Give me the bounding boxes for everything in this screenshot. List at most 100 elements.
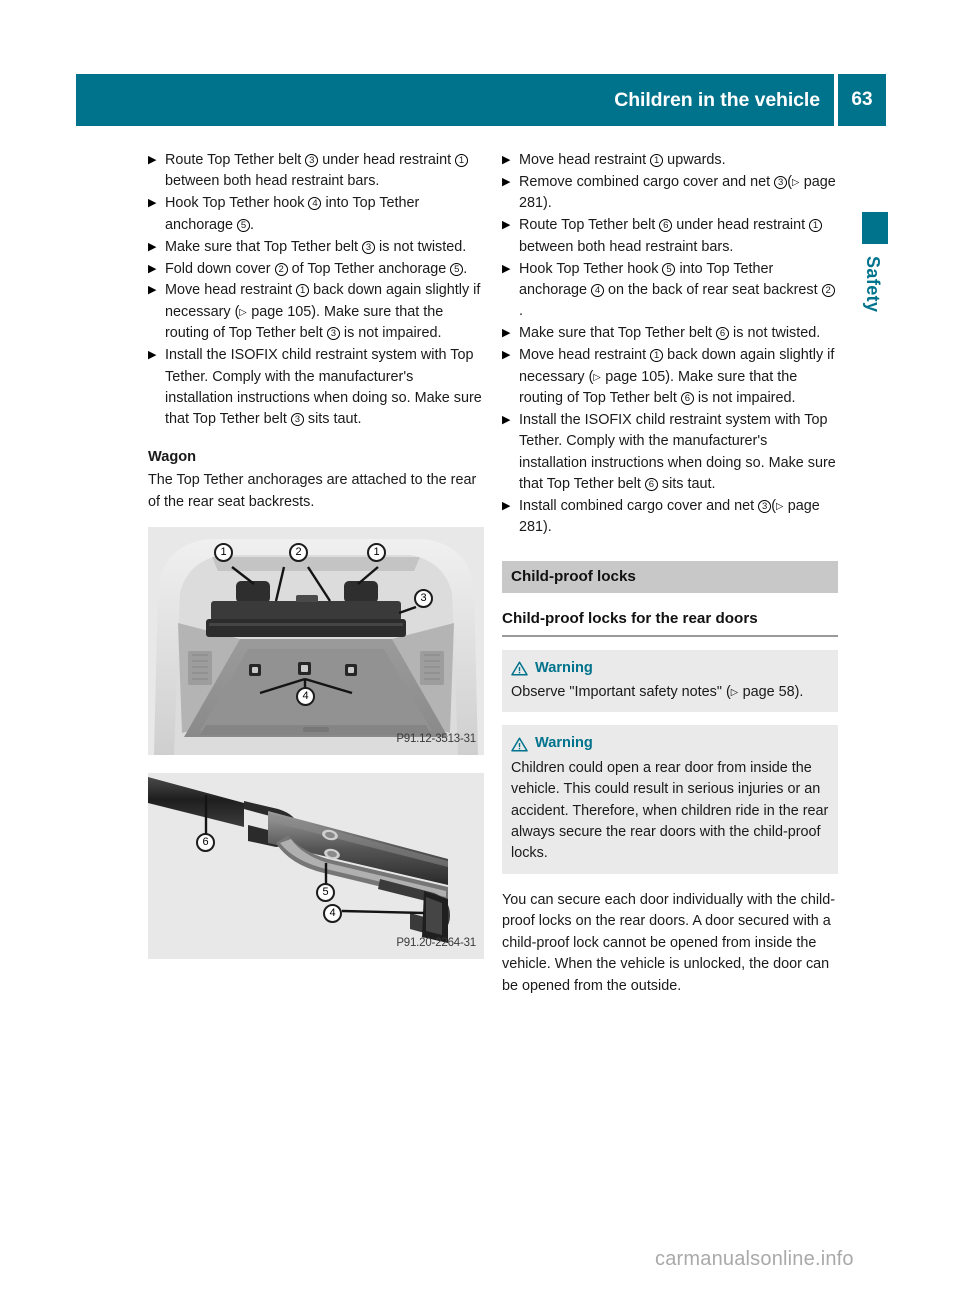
- instruction-step: ▶ Install the ISOFIX child restraint syst…: [502, 410, 838, 496]
- warning-header: Warning: [511, 658, 829, 679]
- figure-callout: 1: [214, 543, 233, 562]
- step-bullet-icon: ▶: [502, 262, 511, 275]
- instruction-step: ▶ Move head restraint 1 back down again s…: [502, 345, 838, 409]
- instruction-step: ▶ Make sure that Top Tether belt 6 is not…: [502, 323, 838, 344]
- page-number: 63: [851, 89, 873, 110]
- circled-number: 1: [650, 154, 664, 167]
- step-text: Move head restraint 1 back down again sl…: [165, 282, 481, 342]
- circled-number: 3: [290, 413, 304, 427]
- instruction-step: ▶ Make sure that Top Tether belt 3 is not…: [148, 237, 484, 258]
- figure-wagon-cargo-area: 1 2 1 3 4 P91.12-3513-31: [148, 527, 484, 755]
- circled-number: 5: [237, 218, 251, 232]
- step-text: Install the ISOFIX child restraint syste…: [165, 347, 482, 428]
- circled-number: 4: [308, 197, 322, 211]
- instruction-step: ▶ Move head restraint 1 back down again s…: [148, 280, 484, 344]
- instruction-step: ▶ Install the ISOFIX child restraint syst…: [148, 345, 484, 431]
- page-title: Children in the vehicle: [614, 88, 820, 111]
- right-column: ▶ Move head restraint 1 upwards. ▶ Remove c…: [502, 150, 838, 1011]
- wagon-description: The Top Tether anchorages are attached t…: [148, 472, 477, 510]
- step-text: Move head restraint 1 upwards.: [519, 152, 726, 168]
- page-number-box: 63: [838, 74, 886, 126]
- figure-callout: 3: [414, 589, 433, 608]
- step-bullet-icon: ▶: [502, 413, 511, 426]
- step-text: Fold down cover 2 of Top Tether anchorag…: [165, 260, 468, 277]
- circled-number: 1: [296, 284, 310, 298]
- circled-number: 3: [758, 500, 772, 513]
- step-bullet-icon: ▶: [148, 197, 157, 210]
- step-bullet-icon: ▶: [502, 219, 511, 232]
- step-text: Move head restraint 1 back down again sl…: [519, 347, 835, 406]
- warning-box: Warning Observe "Important safety notes"…: [502, 649, 838, 713]
- circled-number: 6: [716, 327, 730, 341]
- section-tab-safety: Safety: [862, 212, 888, 312]
- step-bullet-icon: ▶: [502, 154, 511, 166]
- circled-number: 6: [680, 391, 694, 405]
- circled-number: 3: [305, 154, 319, 167]
- instruction-step: ▶ Fold down cover 2 of Top Tether anchora…: [148, 259, 484, 280]
- step-bullet-icon: ▶: [502, 349, 511, 362]
- circled-number: 3: [362, 240, 376, 254]
- step-text: Install combined cargo cover and net 3 (▷…: [519, 498, 820, 536]
- figure-callout: 6: [196, 833, 215, 852]
- step-text: Make sure that Top Tether belt 3 is not …: [165, 238, 467, 255]
- figure-caption: P91.20-2264-31: [396, 936, 476, 949]
- circled-number: 5: [450, 262, 464, 276]
- step-text: Route Top Tether belt 6 under head restr…: [519, 217, 823, 255]
- figure-callout: 4: [296, 687, 315, 706]
- wagon-cargo-area-illustration: [148, 527, 484, 755]
- step-bullet-icon: ▶: [502, 175, 511, 188]
- instruction-step: ▶ Install combined cargo cover and net 3(…: [502, 496, 838, 539]
- watermark: carmanualsonline.info: [655, 1248, 854, 1270]
- warning-label: Warning: [535, 735, 593, 752]
- step-bullet-icon: ▶: [148, 284, 157, 297]
- warning-text: Observe "Important safety notes" (▷ page…: [511, 682, 829, 703]
- step-text: Hook Top Tether hook 5 into Top Tether a…: [519, 261, 835, 319]
- circled-number: 2: [821, 283, 835, 297]
- instruction-step: ▶ Hook Top Tether hook 4 into Top Tether …: [148, 193, 484, 236]
- warning-box: Warning Children could open a rear door …: [502, 725, 838, 874]
- step-text: Install the ISOFIX child restraint syste…: [519, 411, 836, 493]
- section-tab-label: Safety: [863, 256, 883, 313]
- closing-paragraph: You can secure each door individually wi…: [502, 891, 836, 994]
- instruction-step: ▶ Move head restraint 1 upwards.: [502, 150, 838, 171]
- instruction-step: ▶ Hook Top Tether hook 5 into Top Tether …: [502, 259, 838, 323]
- page-header-bar: Children in the vehicle: [76, 74, 834, 126]
- cross-reference-icon: ▷: [593, 371, 601, 383]
- section-title-child-proof-locks: Child-proof locks: [502, 560, 838, 594]
- step-text: Hook Top Tether hook 4 into Top Tether a…: [165, 195, 420, 233]
- instruction-step: ▶ Route Top Tether belt 3 under head rest…: [148, 150, 484, 193]
- right-instruction-list: ▶ Move head restraint 1 upwards. ▶ Remove c…: [502, 150, 838, 539]
- cross-reference-icon: ▷: [239, 306, 247, 318]
- step-text: Remove combined cargo cover and net 3 (▷ …: [519, 173, 836, 212]
- instruction-step: ▶ Remove combined cargo cover and net 3 (▷…: [502, 172, 838, 215]
- top-tether-hook-illustration: [148, 773, 484, 959]
- figure-top-tether-hook: 6 5 4 P91.20-2264-31: [148, 773, 484, 959]
- warning-triangle-icon: [511, 737, 528, 752]
- circled-number: 1: [455, 154, 469, 167]
- step-text: Route Top Tether belt 3 under head restr…: [165, 152, 469, 189]
- circled-number: 5: [662, 262, 676, 276]
- instruction-step: ▶ Route Top Tether belt 6 under head rest…: [502, 215, 838, 258]
- step-bullet-icon: ▶: [148, 154, 157, 166]
- cross-reference-icon: ▷: [730, 687, 739, 699]
- warning-text: Children could open a rear door from ins…: [511, 759, 829, 862]
- left-column: ▶ Route Top Tether belt 3 under head rest…: [148, 150, 484, 959]
- step-bullet-icon: ▶: [148, 262, 157, 275]
- section-subtitle-rear-doors: Child-proof locks for the rear doors: [502, 608, 838, 637]
- figure-callout: 1: [367, 543, 386, 562]
- step-bullet-icon: ▶: [502, 500, 511, 512]
- circled-number: 2: [274, 262, 288, 276]
- step-bullet-icon: ▶: [148, 349, 157, 362]
- warning-header: Warning: [511, 733, 829, 754]
- step-bullet-icon: ▶: [502, 327, 511, 340]
- cross-reference-icon: ▷: [791, 176, 800, 188]
- section-tab-marker: [862, 212, 888, 244]
- circled-number: 4: [591, 283, 605, 297]
- left-instruction-list: ▶ Route Top Tether belt 3 under head rest…: [148, 150, 484, 431]
- circled-number: 6: [659, 219, 673, 233]
- circled-number: 3: [326, 327, 340, 341]
- figure-caption: P91.12-3513-31: [396, 732, 476, 745]
- figure-callout: 5: [316, 883, 335, 902]
- figure-callout: 2: [289, 543, 308, 562]
- wagon-heading: Wagon: [148, 448, 197, 465]
